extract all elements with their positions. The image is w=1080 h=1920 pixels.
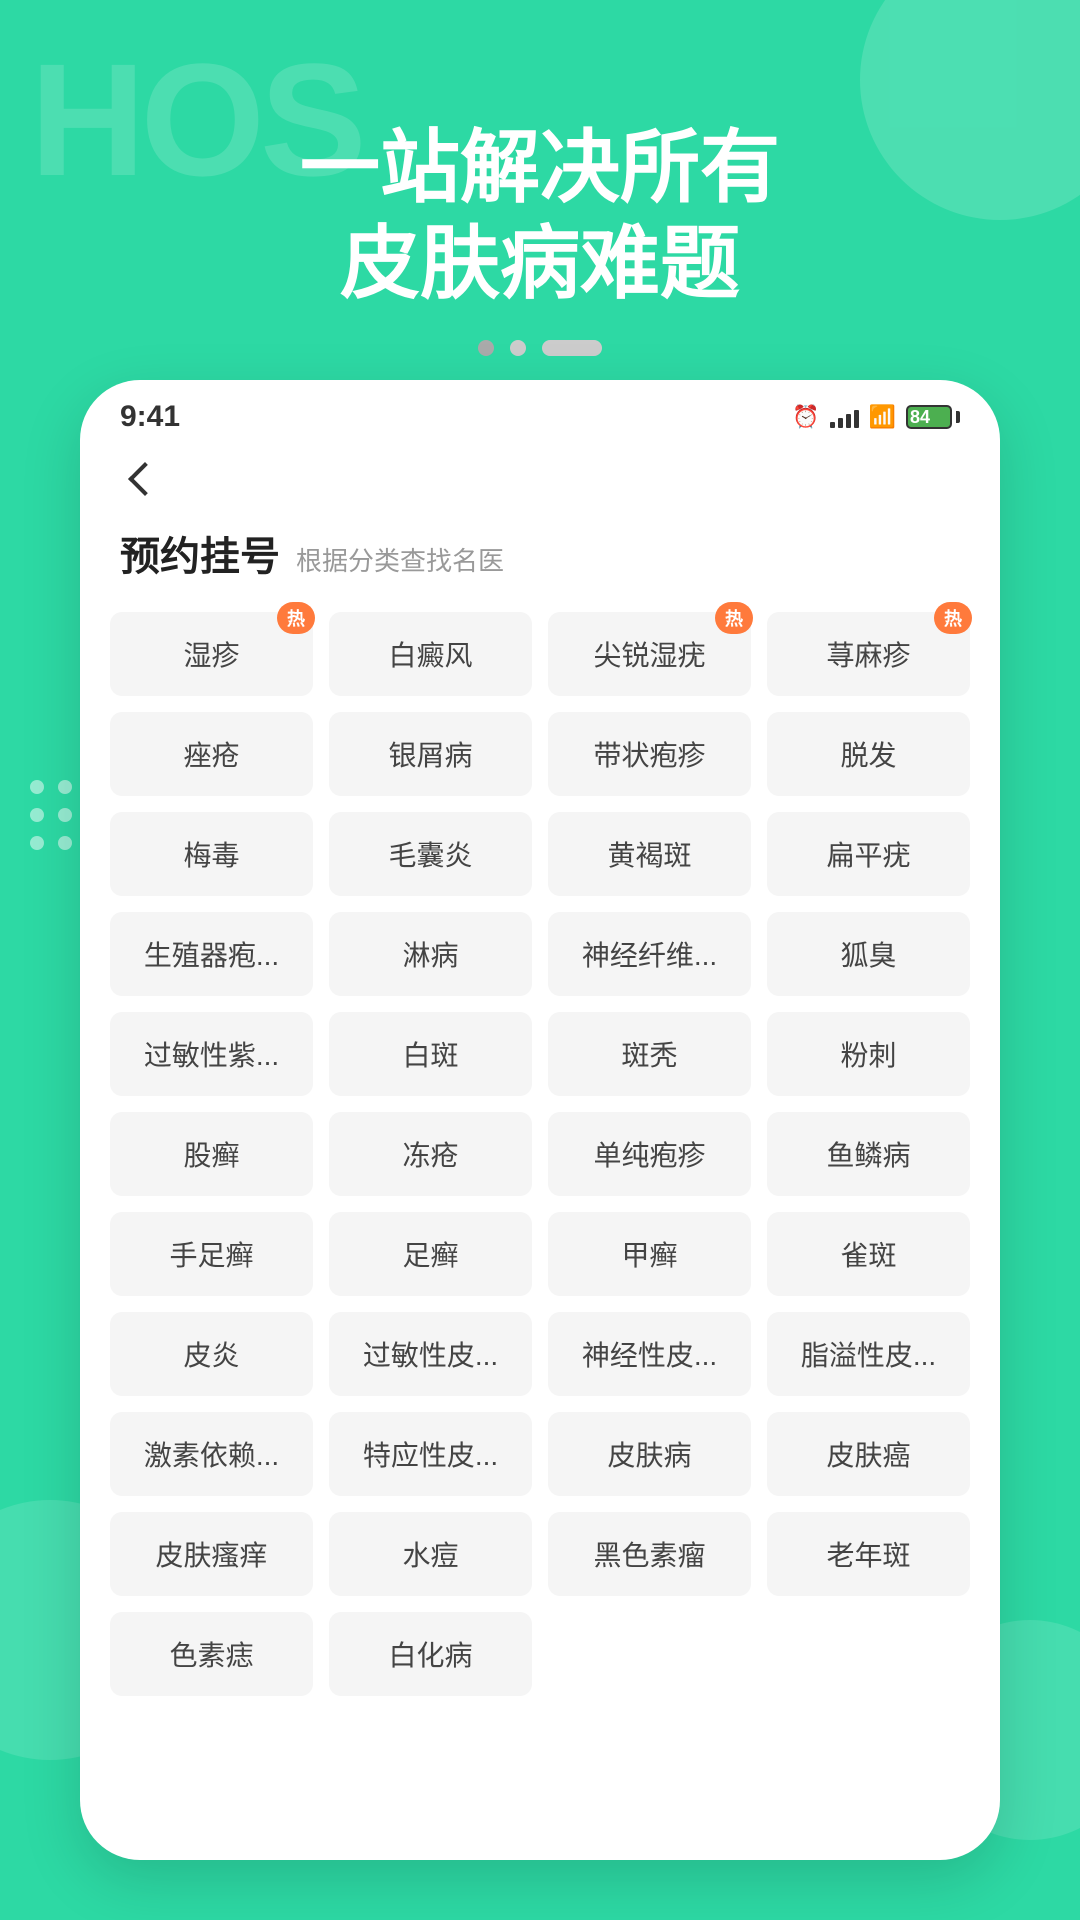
header-line1: 一站解决所有 [300,123,780,212]
tag-item[interactable]: 老年斑 [767,1512,970,1596]
tag-item[interactable]: 狐臭 [767,912,970,996]
signal-bar-3 [846,414,851,428]
dot-bar[interactable] [542,340,602,356]
tag-item[interactable]: 冻疮 [329,1112,532,1196]
tag-item[interactable]: 脱发 [767,712,970,796]
tag-item[interactable]: 淋病 [329,912,532,996]
page-title-main: 预约挂号 [120,524,280,582]
tag-item[interactable]: 白斑 [329,1012,532,1096]
tag-item[interactable]: 股癣 [110,1112,313,1196]
battery-body: 84 [906,405,952,429]
page-title-section: 预约挂号 根据分类查找名医 [80,514,1000,602]
wifi-icon: 📶 [869,404,896,430]
header-line2: 皮肤病难题 [340,219,740,308]
tag-item[interactable]: 尖锐湿疣热 [548,612,751,696]
header-title-block: 一站解决所有 皮肤病难题 [0,120,1080,312]
status-time: 9:41 [120,400,180,434]
tag-item[interactable]: 银屑病 [329,712,532,796]
tag-item[interactable]: 白癜风 [329,612,532,696]
tag-item[interactable]: 足癣 [329,1212,532,1296]
signal-bar-1 [830,422,835,428]
tags-container: 湿疹热白癜风尖锐湿疣热荨麻疹热痤疮银屑病带状疱疹脱发梅毒毛囊炎黄褐斑扁平疣生殖器… [80,602,1000,1726]
signal-bar-2 [838,418,843,428]
signal-bar-4 [854,410,859,428]
tag-item[interactable]: 特应性皮... [329,1412,532,1496]
back-button[interactable] [120,454,170,504]
tag-item[interactable]: 激素依赖... [110,1412,313,1496]
tag-item[interactable]: 湿疹热 [110,612,313,696]
alarm-icon: ⏰ [792,404,819,430]
tag-item[interactable]: 神经纤维... [548,912,751,996]
tag-item[interactable]: 黑色素瘤 [548,1512,751,1596]
battery-level: 84 [910,407,930,428]
dot-2[interactable] [510,340,526,356]
dots-indicator [0,340,1080,356]
tag-item[interactable]: 雀斑 [767,1212,970,1296]
tag-item[interactable]: 皮炎 [110,1312,313,1396]
tag-item[interactable]: 皮肤癌 [767,1412,970,1496]
page-title: 预约挂号 根据分类查找名医 [120,524,960,582]
tag-item[interactable]: 梅毒 [110,812,313,896]
status-icons: ⏰ 📶 84 [792,404,960,430]
tag-item[interactable]: 神经性皮... [548,1312,751,1396]
tag-item[interactable]: 皮肤病 [548,1412,751,1496]
tag-item[interactable]: 色素痣 [110,1612,313,1696]
tag-item[interactable]: 皮肤瘙痒 [110,1512,313,1596]
tag-item[interactable]: 毛囊炎 [329,812,532,896]
battery-icon: 84 [906,405,960,429]
tag-item[interactable]: 黄褐斑 [548,812,751,896]
phone-frame: 9:41 ⏰ 📶 84 [80,380,1000,1860]
back-arrow-icon [128,462,162,496]
tag-item[interactable]: 生殖器疱... [110,912,313,996]
tag-item[interactable]: 过敏性皮... [329,1312,532,1396]
hot-badge: 热 [934,602,972,634]
tag-item[interactable]: 带状疱疹 [548,712,751,796]
tag-item[interactable]: 粉刺 [767,1012,970,1096]
status-bar: 9:41 ⏰ 📶 84 [80,380,1000,444]
page-title-subtitle: 根据分类查找名医 [296,541,504,578]
tag-item[interactable]: 手足癣 [110,1212,313,1296]
tags-grid: 湿疹热白癜风尖锐湿疣热荨麻疹热痤疮银屑病带状疱疹脱发梅毒毛囊炎黄褐斑扁平疣生殖器… [110,612,970,1696]
hot-badge: 热 [715,602,753,634]
nav-bar [80,444,1000,514]
tag-item[interactable]: 水痘 [329,1512,532,1596]
tag-item[interactable]: 荨麻疹热 [767,612,970,696]
tag-item[interactable]: 单纯疱疹 [548,1112,751,1196]
hot-badge: 热 [277,602,315,634]
tag-item[interactable]: 痤疮 [110,712,313,796]
tag-item[interactable]: 甲癣 [548,1212,751,1296]
signal-bars-icon [830,406,859,428]
tag-item[interactable]: 斑秃 [548,1012,751,1096]
dot-1[interactable] [478,340,494,356]
battery-tip [956,411,960,423]
tag-item[interactable]: 白化病 [329,1612,532,1696]
tag-item[interactable]: 扁平疣 [767,812,970,896]
tag-item[interactable]: 脂溢性皮... [767,1312,970,1396]
tag-item[interactable]: 鱼鳞病 [767,1112,970,1196]
tag-item[interactable]: 过敏性紫... [110,1012,313,1096]
